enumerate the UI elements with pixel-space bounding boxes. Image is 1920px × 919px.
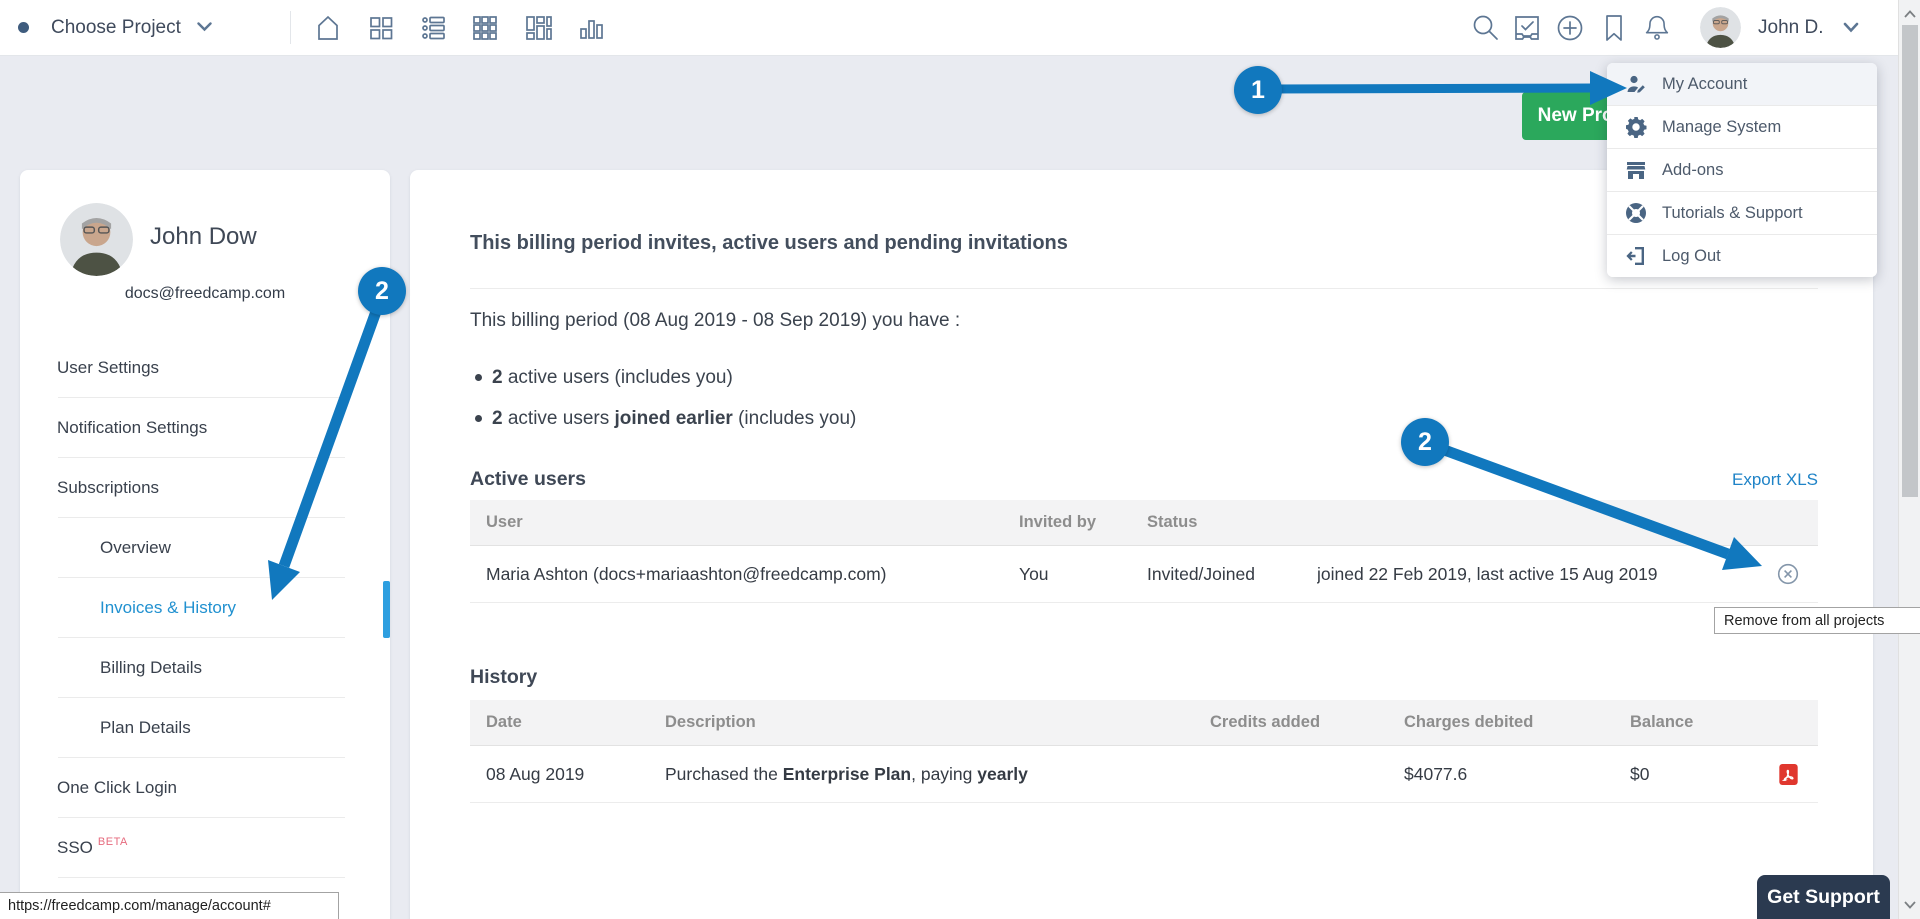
project-switcher-label: Choose Project (51, 17, 181, 39)
description-cell: Purchased the Enterprise Plan, paying ye… (649, 764, 1194, 785)
active-item-indicator (383, 581, 390, 638)
home-icon[interactable] (312, 12, 344, 44)
menu-item-log-out[interactable]: Log Out (1607, 235, 1877, 277)
add-icon[interactable] (1554, 12, 1586, 44)
gear-icon (1624, 115, 1648, 139)
user-name-label: John D. (1758, 17, 1823, 39)
sidebar-item-subscriptions[interactable]: Subscriptions (20, 458, 390, 518)
invoice-pdf-button[interactable] (1759, 763, 1818, 786)
app-screen: Choose Project (0, 0, 1920, 919)
topbar-divider (290, 11, 291, 44)
get-support-button[interactable]: Get Support (1757, 875, 1890, 919)
grid-view-icon[interactable] (469, 12, 501, 44)
page-scrollbar[interactable] (1898, 0, 1920, 919)
col-user: User (470, 513, 1019, 532)
active-users-table: User Invited by Status Maria Ashton (doc… (470, 500, 1818, 603)
menu-item-my-account[interactable]: My Account (1607, 63, 1877, 106)
status-cell: Invited/Joined (1147, 564, 1317, 585)
menu-item-add-ons[interactable]: Add-ons (1607, 149, 1877, 192)
beta-badge: BETA (98, 836, 128, 848)
sidebar-nav: User Settings Notification Settings Subs… (20, 338, 390, 878)
activity-cell: joined 22 Feb 2019, last active 15 Aug 2… (1317, 564, 1757, 585)
scrollbar-thumb[interactable] (1902, 25, 1918, 497)
col-charges: Charges debited (1388, 713, 1614, 732)
history-header-row: Date Description Credits added Charges d… (470, 700, 1818, 746)
search-icon[interactable] (1470, 12, 1502, 44)
sidebar-item-invoices-history[interactable]: Invoices & History (20, 578, 390, 638)
active-user-row: Maria Ashton (docs+mariaashton@freedcamp… (470, 546, 1818, 603)
sidebar-item-sso[interactable]: SSOBETA (20, 818, 390, 878)
sidebar-item-user-settings[interactable]: User Settings (20, 338, 390, 398)
col-invited-by: Invited by (1019, 513, 1147, 532)
col-credits: Credits added (1194, 713, 1388, 732)
col-date: Date (470, 713, 649, 732)
billing-bullet-1: 2 active users (includes you) (470, 360, 1920, 395)
remove-user-button[interactable] (1757, 563, 1818, 585)
sidebar-item-overview[interactable]: Overview (20, 518, 390, 578)
tasks-inbox-icon[interactable] (1511, 12, 1543, 44)
top-bar: Choose Project (0, 0, 1920, 56)
col-balance: Balance (1614, 713, 1759, 732)
project-switcher[interactable]: Choose Project (18, 0, 212, 55)
history-row: 08 Aug 2019 Purchased the Enterprise Pla… (470, 746, 1818, 803)
user-edit-icon (1624, 72, 1648, 96)
notifications-bell-icon[interactable] (1641, 12, 1673, 44)
widgets-grid-icon[interactable] (365, 12, 397, 44)
remove-circle-icon (1777, 563, 1799, 585)
active-users-header-row: User Invited by Status (470, 500, 1818, 546)
browser-status-bar: https://freedcamp.com/manage/account# (0, 892, 339, 919)
billing-panel: This billing period invites, active user… (410, 170, 1873, 919)
billing-period-line: This billing period (08 Aug 2019 - 08 Se… (470, 310, 960, 332)
kanban-board-icon[interactable] (522, 12, 554, 44)
invited-by-cell: You (1019, 564, 1147, 585)
account-dropdown-menu: My Account Manage System Add-ons Tutoria… (1607, 63, 1877, 277)
history-table: Date Description Credits added Charges d… (470, 700, 1818, 803)
sidebar-item-notification-settings[interactable]: Notification Settings (20, 398, 390, 458)
project-color-dot (18, 22, 29, 33)
user-menu-chevron-icon[interactable] (1843, 20, 1859, 38)
sidebar-user-email: docs@freedcamp.com (20, 285, 390, 303)
user-cell: Maria Ashton (docs+mariaashton@freedcamp… (470, 564, 1019, 585)
scroll-up-arrow[interactable] (1899, 4, 1920, 24)
store-icon (1624, 158, 1648, 182)
lifebuoy-icon (1624, 201, 1648, 225)
pdf-icon (1778, 763, 1799, 786)
list-view-icon[interactable] (418, 12, 450, 44)
bar-chart-icon[interactable] (575, 12, 607, 44)
user-avatar[interactable] (1700, 7, 1741, 48)
billing-section-heading: This billing period invites, active user… (470, 232, 1068, 255)
user-menu[interactable]: John D. (1758, 0, 1823, 55)
active-users-title: Active users (470, 468, 586, 491)
balance-cell: $0 (1614, 764, 1759, 785)
sidebar-item-one-click-login[interactable]: One Click Login (20, 758, 390, 818)
export-xls-link[interactable]: Export XLS (1732, 470, 1818, 490)
logout-icon (1624, 244, 1648, 268)
heading-divider (470, 288, 1818, 289)
menu-item-tutorials-support[interactable]: Tutorials & Support (1607, 192, 1877, 235)
account-sidebar: John Dow docs@freedcamp.com User Setting… (20, 170, 390, 919)
col-status: Status (1147, 513, 1317, 532)
sidebar-item-billing-details[interactable]: Billing Details (20, 638, 390, 698)
bookmark-icon[interactable] (1598, 12, 1630, 44)
col-description: Description (649, 713, 1194, 732)
chevron-down-icon (197, 19, 212, 37)
billing-bullet-2: 2 active users joined earlier (includes … (470, 401, 1920, 436)
history-title: History (470, 666, 537, 689)
remove-tooltip: Remove from all projects (1714, 607, 1920, 634)
sidebar-item-plan-details[interactable]: Plan Details (20, 698, 390, 758)
annotation-step-1: 1 (1234, 66, 1282, 114)
sidebar-user-name: John Dow (150, 223, 257, 251)
sidebar-avatar (60, 203, 133, 276)
scroll-down-arrow[interactable] (1899, 895, 1920, 915)
menu-item-manage-system[interactable]: Manage System (1607, 106, 1877, 149)
charges-cell: $4077.6 (1388, 764, 1614, 785)
date-cell: 08 Aug 2019 (470, 764, 649, 785)
